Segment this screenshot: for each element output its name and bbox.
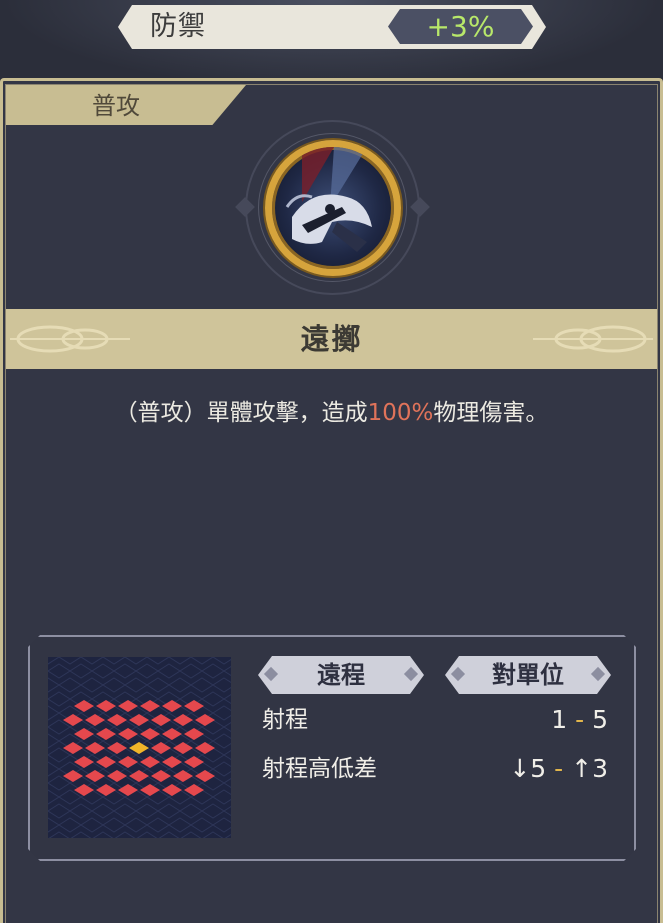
height-diff-down: ↓5 xyxy=(509,754,547,783)
tag-ranged-label: 遠程 xyxy=(317,661,365,689)
stat-value: +3% xyxy=(426,10,495,43)
description-suffix: 物理傷害。 xyxy=(433,400,549,426)
height-diff-sep: - xyxy=(554,754,564,783)
skill-name: 遠擲 xyxy=(300,322,363,356)
range-min: 1 xyxy=(551,705,568,734)
attack-range-grid xyxy=(14,635,269,861)
range-sep: - xyxy=(575,705,585,734)
height-diff-up: ↑3 xyxy=(571,754,608,783)
tag-single-target-label: 對單位 xyxy=(492,661,564,689)
skill-description: （普攻）單體攻擊，造成100%物理傷害。 xyxy=(0,393,663,433)
range-grid-svg xyxy=(14,635,269,861)
damage-percent: 100% xyxy=(367,400,434,426)
tab-label: 普攻 xyxy=(92,92,140,120)
range-value: 1 - 5 xyxy=(551,703,608,737)
description-prefix: （普攻）單體攻擊，造成 xyxy=(114,400,368,426)
range-label: 射程 xyxy=(262,707,308,733)
thrown-axe-icon xyxy=(265,140,401,276)
stat-label: 防禦 xyxy=(150,11,206,42)
range-max: 5 xyxy=(592,705,608,734)
height-diff-label: 射程高低差 xyxy=(262,756,377,782)
height-diff-value: ↓5 - ↑3 xyxy=(509,752,608,786)
